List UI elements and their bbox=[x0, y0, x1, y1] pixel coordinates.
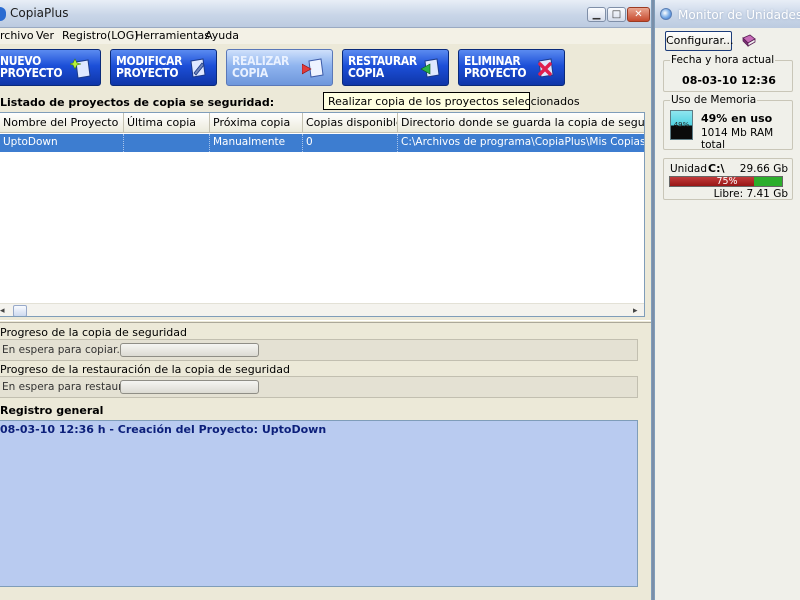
title-bar[interactable]: CopiaPlus ▁ □ ✕ bbox=[0, 0, 651, 28]
drive-letter: C:\ bbox=[708, 162, 725, 175]
tooltip: Realizar copia de los proyectos seleccio… bbox=[323, 92, 580, 110]
monitor-app-icon bbox=[660, 8, 672, 20]
minimize-button[interactable]: ▁ bbox=[587, 7, 606, 22]
memory-gauge-icon: 49% bbox=[670, 110, 693, 140]
datetime-value: 08-03-10 12:36 bbox=[682, 74, 776, 87]
cell-last-copy bbox=[124, 134, 210, 152]
list-header: Nombre del Proyecto Última copia Próxima… bbox=[0, 113, 644, 133]
new-project-button[interactable]: NUEVO PROYECTO bbox=[0, 49, 101, 86]
make-copy-label: REALIZAR COPIA bbox=[232, 54, 290, 80]
drive-size: 29.66 Gb bbox=[739, 163, 788, 175]
maximize-button[interactable]: □ bbox=[607, 7, 626, 22]
datetime-title: Fecha y hora actual bbox=[670, 54, 776, 66]
menu-archivo[interactable]: rchivo bbox=[0, 29, 34, 42]
restore-progress-title: Progreso de la restauración de la copia … bbox=[0, 363, 290, 376]
restore-copy-button[interactable]: RESTAURAR COPIA bbox=[342, 49, 449, 86]
drive-label: Unidad bbox=[670, 163, 708, 175]
make-copy-button[interactable]: REALIZAR COPIA bbox=[226, 49, 333, 86]
toolbar: NUEVO PROYECTO MODIFICAR PROYECTO REALIZ… bbox=[0, 44, 651, 94]
new-project-label: NUEVO PROYECTO bbox=[0, 54, 63, 80]
scroll-left-icon[interactable]: ◂ bbox=[0, 306, 5, 316]
close-button[interactable]: ✕ bbox=[627, 7, 650, 22]
drive-free: Libre: 7.41 Gb bbox=[713, 188, 788, 200]
memory-title: Uso de Memoria bbox=[670, 94, 758, 106]
cell-name: UptoDown bbox=[0, 134, 124, 152]
column-header-next-copy[interactable]: Próxima copia bbox=[210, 113, 303, 133]
monitor-title-bar[interactable]: Monitor de Unidades bbox=[655, 0, 800, 28]
sparkle-doc-icon bbox=[70, 58, 91, 79]
delete-project-button[interactable]: ELIMINAR PROYECTO bbox=[458, 49, 565, 86]
drive-group: Unidad C:\ 29.66 Gb 75% Libre: 7.41 Gb bbox=[663, 158, 793, 200]
restore-copy-label: RESTAURAR COPIA bbox=[348, 54, 417, 80]
column-header-last-copy[interactable]: Última copia bbox=[124, 113, 210, 133]
memory-total: 1014 Mb RAM total bbox=[701, 127, 774, 151]
scroll-thumb[interactable] bbox=[13, 305, 27, 316]
log-entry: 08-03-10 12:36 h - Creación del Proyecto… bbox=[0, 423, 327, 436]
book-icon[interactable] bbox=[741, 33, 757, 49]
window-title: CopiaPlus bbox=[10, 6, 69, 20]
drive-used-percent: 75% bbox=[716, 176, 738, 187]
delete-project-label: ELIMINAR PROYECTO bbox=[464, 54, 527, 80]
projects-list[interactable]: Nombre del Proyecto Última copia Próxima… bbox=[0, 112, 645, 317]
arrow-right-doc-icon bbox=[302, 58, 324, 78]
backup-progress-panel: En espera para copiar... bbox=[0, 339, 638, 361]
main-window: CopiaPlus ▁ □ ✕ rchivo Ver Registro(LOG)… bbox=[0, 0, 652, 600]
column-header-copies[interactable]: Copias disponibles bbox=[303, 113, 398, 133]
projects-caption: Listado de proyectos de copia se segurid… bbox=[0, 96, 275, 109]
restore-progress-bar bbox=[120, 380, 259, 394]
menu-registro[interactable]: Registro(LOG) bbox=[62, 29, 139, 42]
splitter[interactable] bbox=[0, 320, 651, 323]
backup-progress-title: Progreso de la copia de seguridad bbox=[0, 326, 188, 339]
scroll-right-icon[interactable]: ▸ bbox=[633, 306, 638, 316]
restore-progress-panel: En espera para restaurar... bbox=[0, 376, 638, 398]
monitor-window: Monitor de Unidades Configurar... Fecha … bbox=[654, 0, 800, 600]
log-caption: Registro general bbox=[0, 404, 104, 417]
modify-project-label: MODIFICAR PROYECTO bbox=[116, 54, 183, 80]
menu-ver[interactable]: Ver bbox=[36, 29, 54, 42]
modify-project-button[interactable]: MODIFICAR PROYECTO bbox=[110, 49, 217, 86]
app-icon bbox=[0, 7, 6, 21]
cell-next-copy: Manualmente bbox=[210, 134, 303, 152]
menu-ayuda[interactable]: Ayuda bbox=[205, 29, 239, 42]
menu-herramientas[interactable]: Herramientas bbox=[135, 29, 210, 42]
memory-group: Uso de Memoria 49% 49% en uso 1014 Mb RA… bbox=[663, 94, 793, 151]
pencil-doc-icon bbox=[190, 58, 206, 78]
datetime-group: Fecha y hora actual 08-03-10 12:36 bbox=[663, 54, 793, 92]
arrow-left-doc-icon bbox=[420, 58, 440, 78]
cell-copies: 0 bbox=[303, 134, 398, 152]
column-header-directory[interactable]: Directorio donde se guarda la copia de s… bbox=[398, 113, 644, 133]
cell-directory: C:\Archivos de programa\CopiaPlus\Mis Co… bbox=[401, 136, 645, 148]
backup-status: En espera para copiar... bbox=[2, 344, 127, 356]
configure-button[interactable]: Configurar... bbox=[665, 31, 734, 51]
backup-progress-bar bbox=[120, 343, 259, 357]
drive-usage-bar: 75% bbox=[669, 176, 783, 187]
menu-bar: rchivo Ver Registro(LOG) Herramientas Ay… bbox=[0, 28, 651, 44]
column-header-name[interactable]: Nombre del Proyecto bbox=[0, 113, 124, 133]
memory-used: 49% en uso bbox=[701, 112, 773, 125]
monitor-title: Monitor de Unidades bbox=[678, 8, 800, 22]
table-row[interactable]: UptoDown Manualmente 0 C:\Archivos de pr… bbox=[0, 134, 645, 152]
log-panel[interactable]: 08-03-10 12:36 h - Creación del Proyecto… bbox=[0, 420, 638, 587]
x-doc-icon bbox=[538, 58, 554, 78]
horizontal-scrollbar[interactable]: ◂ ▸ bbox=[0, 303, 644, 316]
